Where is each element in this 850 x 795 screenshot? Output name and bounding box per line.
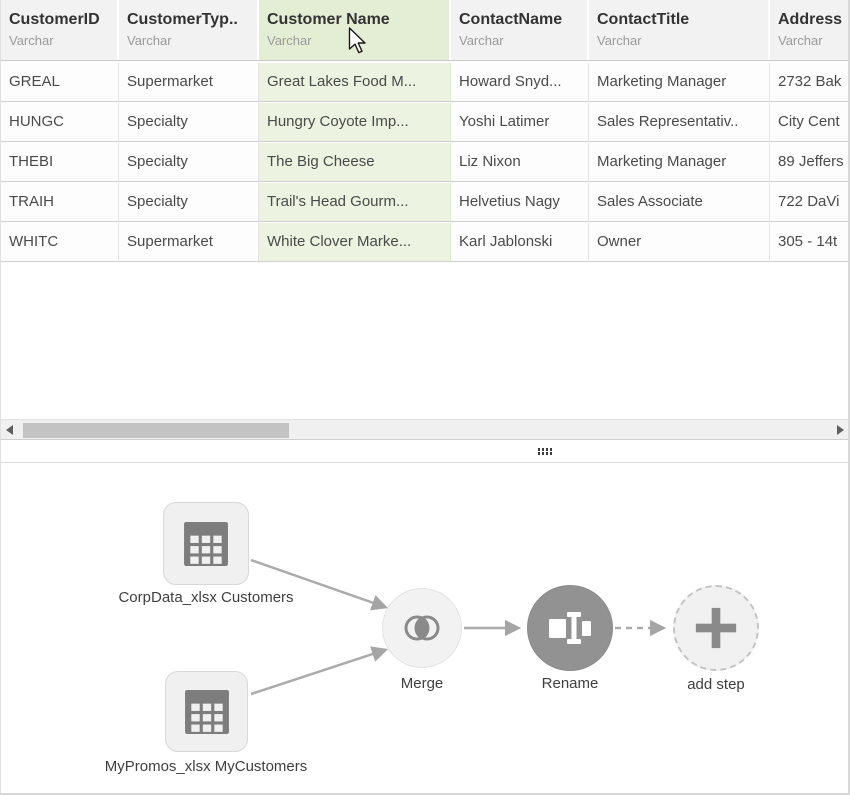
table-grid-icon bbox=[183, 521, 229, 567]
column-title: ContactTitle bbox=[597, 9, 760, 31]
table-row: THEBI Specialty The Big Cheese Liz Nixon… bbox=[1, 143, 850, 182]
scroll-left-icon[interactable] bbox=[6, 425, 13, 435]
merge-venn-icon bbox=[398, 611, 446, 645]
data-preview-grid: CustomerID Varchar CustomerTyp.. Varchar… bbox=[1, 0, 850, 419]
flow-canvas: CorpData_xlsx Customers MyPromos_xlsx My… bbox=[1, 463, 850, 793]
table-row: WHITC Supermarket White Clover Marke... … bbox=[1, 223, 850, 262]
column-header-customerid[interactable]: CustomerID Varchar bbox=[1, 0, 119, 60]
horizontal-scrollbar[interactable] bbox=[1, 419, 850, 440]
table-cell[interactable]: WHITC bbox=[1, 223, 119, 262]
data-prep-window: CustomerID Varchar CustomerTyp.. Varchar… bbox=[0, 0, 850, 795]
column-header-contactname[interactable]: ContactName Varchar bbox=[451, 0, 589, 60]
table-cell[interactable]: Karl Jablonski bbox=[451, 223, 589, 262]
flow-node-rename[interactable] bbox=[527, 585, 613, 671]
table-cell[interactable]: Great Lakes Food M... bbox=[259, 63, 451, 102]
table-cell[interactable]: 305 - 14t bbox=[770, 223, 850, 262]
column-datatype: Varchar bbox=[9, 31, 109, 50]
flow-node-corpdata-customers[interactable] bbox=[163, 502, 249, 585]
table-cell[interactable]: Marketing Manager bbox=[589, 143, 770, 182]
flow-node-label: MyPromos_xlsx MyCustomers bbox=[56, 758, 356, 775]
table-row: HUNGC Specialty Hungry Coyote Imp... Yos… bbox=[1, 103, 850, 142]
plus-icon bbox=[693, 605, 739, 651]
column-datatype: Varchar bbox=[778, 31, 850, 50]
table-grid-icon bbox=[184, 689, 230, 735]
flow-node-label: Rename bbox=[495, 675, 645, 692]
table-row: TRAIH Specialty Trail's Head Gourm... He… bbox=[1, 183, 850, 222]
table-cell[interactable]: The Big Cheese bbox=[259, 143, 451, 182]
rename-text-icon bbox=[548, 608, 592, 648]
flow-node-label: Merge bbox=[347, 675, 497, 692]
table-cell[interactable]: HUNGC bbox=[1, 103, 119, 142]
table-cell[interactable]: 2732 Bak bbox=[770, 63, 850, 102]
column-datatype: Varchar bbox=[459, 31, 579, 50]
flow-node-label: CorpData_xlsx Customers bbox=[56, 589, 356, 606]
column-datatype: Varchar bbox=[597, 31, 760, 50]
table-cell[interactable]: Specialty bbox=[119, 103, 259, 142]
table-cell[interactable]: City Cent bbox=[770, 103, 850, 142]
table-row: GREAL Supermarket Great Lakes Food M... … bbox=[1, 63, 850, 102]
table-cell[interactable]: Sales Associate bbox=[589, 183, 770, 222]
table-cell[interactable]: Specialty bbox=[119, 143, 259, 182]
table-cell[interactable]: Supermarket bbox=[119, 63, 259, 102]
table-cell[interactable]: Specialty bbox=[119, 183, 259, 222]
flow-node-label: add step bbox=[641, 676, 791, 693]
column-header-customertype[interactable]: CustomerTyp.. Varchar bbox=[119, 0, 259, 60]
column-title: CustomerTyp.. bbox=[127, 9, 249, 31]
table-cell[interactable]: GREAL bbox=[1, 63, 119, 102]
panel-splitter[interactable] bbox=[1, 441, 850, 463]
table-cell[interactable]: Helvetius Nagy bbox=[451, 183, 589, 222]
grid-header-row: CustomerID Varchar CustomerTyp.. Varchar… bbox=[1, 0, 850, 61]
table-cell[interactable]: TRAIH bbox=[1, 183, 119, 222]
column-datatype: Varchar bbox=[127, 31, 249, 50]
column-header-address[interactable]: Address Varchar bbox=[770, 0, 850, 60]
scrollbar-thumb[interactable] bbox=[23, 423, 289, 438]
table-cell[interactable]: Owner bbox=[589, 223, 770, 262]
splitter-grip-icon[interactable] bbox=[538, 448, 552, 455]
table-cell[interactable]: 722 DaVi bbox=[770, 183, 850, 222]
flow-node-add-step[interactable] bbox=[673, 585, 759, 671]
table-cell[interactable]: Supermarket bbox=[119, 223, 259, 262]
column-title: CustomerID bbox=[9, 9, 109, 31]
table-cell[interactable]: 89 Jeffers bbox=[770, 143, 850, 182]
column-title: ContactName bbox=[459, 9, 579, 31]
column-header-contacttitle[interactable]: ContactTitle Varchar bbox=[589, 0, 770, 60]
scroll-right-icon[interactable] bbox=[837, 425, 844, 435]
table-cell[interactable]: Hungry Coyote Imp... bbox=[259, 103, 451, 142]
flow-node-merge[interactable] bbox=[382, 588, 462, 668]
table-cell[interactable]: Marketing Manager bbox=[589, 63, 770, 102]
table-cell[interactable]: THEBI bbox=[1, 143, 119, 182]
column-title: Address bbox=[778, 9, 850, 31]
table-cell[interactable]: Trail's Head Gourm... bbox=[259, 183, 451, 222]
flow-node-mypromos-mycustomers[interactable] bbox=[165, 671, 248, 752]
table-cell[interactable]: White Clover Marke... bbox=[259, 223, 451, 262]
table-cell[interactable]: Sales Representativ.. bbox=[589, 103, 770, 142]
table-cell[interactable]: Howard Snyd... bbox=[451, 63, 589, 102]
table-cell[interactable]: Yoshi Latimer bbox=[451, 103, 589, 142]
mouse-cursor bbox=[348, 27, 368, 55]
table-cell[interactable]: Liz Nixon bbox=[451, 143, 589, 182]
